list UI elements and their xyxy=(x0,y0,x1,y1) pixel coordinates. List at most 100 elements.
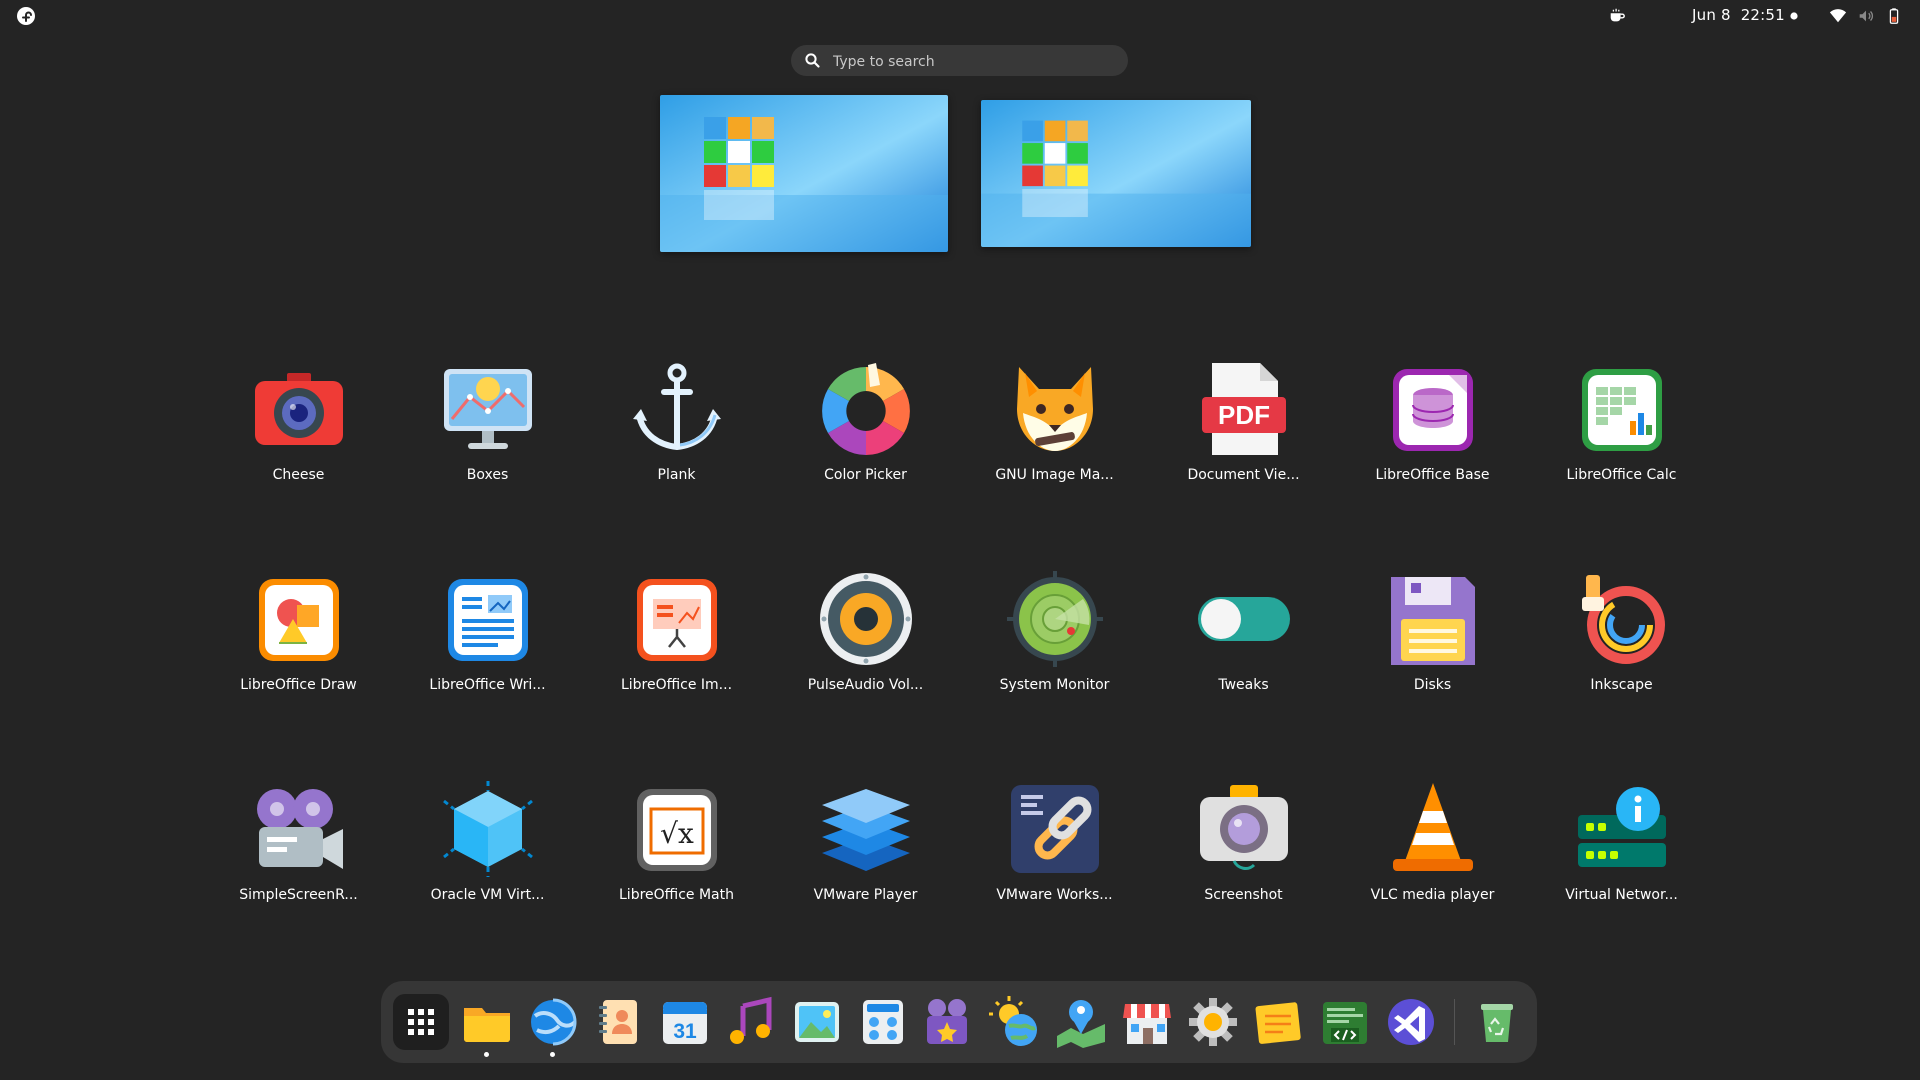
app-libreoffice-impress[interactable]: LibreOffice Im... xyxy=(582,555,771,765)
draw-icon xyxy=(249,569,349,669)
film-camera-icon xyxy=(249,779,349,879)
notification-dot-icon[interactable] xyxy=(1784,6,1804,26)
search-bar[interactable] xyxy=(791,45,1128,78)
color-wheel-icon xyxy=(816,359,916,459)
app-oracle-vm-virtualbox[interactable]: Oracle VM Virt... xyxy=(393,765,582,975)
writer-icon xyxy=(438,569,538,669)
app-label: Inkscape xyxy=(1590,677,1653,693)
app-vlc-media-player[interactable]: VLC media player xyxy=(1338,765,1527,975)
traffic-cone-icon xyxy=(1383,779,1483,879)
workspace-thumbnail-1[interactable] xyxy=(660,95,948,252)
dock-files[interactable] xyxy=(459,994,515,1050)
dock-music[interactable] xyxy=(723,994,779,1050)
running-indicator xyxy=(484,1052,489,1057)
fedora-logo-icon[interactable] xyxy=(16,6,36,26)
app-plank[interactable]: Plank xyxy=(582,345,771,555)
app-label: LibreOffice Calc xyxy=(1566,467,1677,483)
app-cheese[interactable]: Cheese xyxy=(204,345,393,555)
video-editor-icon xyxy=(927,999,967,1044)
spreadsheet-icon xyxy=(1572,359,1672,459)
app-libreoffice-writer[interactable]: LibreOffice Wri... xyxy=(393,555,582,765)
radar-icon xyxy=(1005,569,1105,669)
app-virtual-network-editor[interactable]: Virtual Networ... xyxy=(1527,765,1716,975)
app-label: Virtual Networ... xyxy=(1565,887,1678,903)
app-grid-icon xyxy=(408,1009,434,1035)
app-inkscape[interactable]: Inkscape xyxy=(1527,555,1716,765)
dock-software[interactable] xyxy=(1119,994,1175,1050)
app-label: SimpleScreenR... xyxy=(239,887,358,903)
svg-text:PDF: PDF xyxy=(1218,400,1270,430)
dock-video-editor[interactable] xyxy=(921,994,977,1050)
app-label: GNU Image Ma... xyxy=(995,467,1114,483)
trash-icon xyxy=(1481,1004,1513,1042)
coffee-icon[interactable] xyxy=(1607,6,1627,26)
music-icon xyxy=(730,996,772,1044)
app-label: Disks xyxy=(1413,677,1452,693)
clock-time: 22:51 xyxy=(1740,6,1785,24)
chain-link-icon xyxy=(1005,779,1105,879)
app-label: LibreOffice Wri... xyxy=(429,677,546,693)
notes-icon xyxy=(1255,1002,1301,1044)
camera-icon xyxy=(249,359,349,459)
math-icon: √x xyxy=(627,779,727,879)
app-boxes[interactable]: Boxes xyxy=(393,345,582,555)
app-libreoffice-base[interactable]: LibreOffice Base xyxy=(1338,345,1527,555)
app-label: LibreOffice Base xyxy=(1375,467,1490,483)
dock-web-browser[interactable] xyxy=(525,994,581,1050)
image-viewer-icon xyxy=(795,1002,839,1042)
dock-settings[interactable] xyxy=(1185,994,1241,1050)
app-screenshot[interactable]: Screenshot xyxy=(1149,765,1338,975)
dock-separator xyxy=(1454,999,1455,1045)
speaker-icon xyxy=(816,569,916,669)
app-libreoffice-calc[interactable]: LibreOffice Calc xyxy=(1527,345,1716,555)
app-document-viewer[interactable]: PDF Document Vie... xyxy=(1149,345,1338,555)
settings-gear-icon xyxy=(1189,998,1237,1046)
toggle-icon xyxy=(1194,569,1294,669)
inkscape-icon xyxy=(1572,569,1672,669)
app-label: Boxes xyxy=(466,467,509,483)
app-simplescreenrecorder[interactable]: SimpleScreenR... xyxy=(204,765,393,975)
app-gimp[interactable]: GNU Image Ma... xyxy=(960,345,1149,555)
impress-icon xyxy=(627,569,727,669)
dock-calculator[interactable] xyxy=(855,994,911,1050)
app-vmware-workstation[interactable]: VMware Works... xyxy=(960,765,1149,975)
database-icon xyxy=(1383,359,1483,459)
workspace-thumbnail-2[interactable] xyxy=(981,100,1251,247)
app-label: LibreOffice Draw xyxy=(240,677,357,693)
dock-image-viewer[interactable] xyxy=(789,994,845,1050)
dock-maps[interactable] xyxy=(1053,994,1109,1050)
software-store-icon xyxy=(1123,1004,1171,1044)
code-editor-icon xyxy=(1323,1002,1367,1044)
battery-icon[interactable] xyxy=(1884,6,1904,26)
search-input[interactable] xyxy=(831,45,1115,78)
volume-icon[interactable] xyxy=(1856,6,1876,26)
weather-icon xyxy=(989,996,1037,1046)
contacts-icon xyxy=(599,1000,637,1044)
clock-date: Jun 8 xyxy=(1692,6,1731,24)
dock-calendar[interactable]: 31 xyxy=(657,994,713,1050)
dock-code-editor[interactable] xyxy=(1317,994,1373,1050)
dock-trash[interactable] xyxy=(1469,994,1525,1050)
running-indicator xyxy=(550,1052,555,1057)
dock-visual-studio[interactable] xyxy=(1383,994,1439,1050)
app-system-monitor[interactable]: System Monitor xyxy=(960,555,1149,765)
dock-notes[interactable] xyxy=(1251,994,1307,1050)
app-color-picker[interactable]: Color Picker xyxy=(771,345,960,555)
wifi-icon[interactable] xyxy=(1828,6,1848,26)
visual-studio-icon xyxy=(1388,999,1434,1045)
app-libreoffice-draw[interactable]: LibreOffice Draw xyxy=(204,555,393,765)
app-tweaks[interactable]: Tweaks xyxy=(1149,555,1338,765)
dock-contacts[interactable] xyxy=(591,994,647,1050)
network-info-icon xyxy=(1572,779,1672,879)
app-pulseaudio-volume[interactable]: PulseAudio Vol... xyxy=(771,555,960,765)
app-label: System Monitor xyxy=(999,677,1110,693)
clock[interactable]: Jun 8 22:51 xyxy=(1692,6,1785,24)
app-libreoffice-math[interactable]: √x LibreOffice Math xyxy=(582,765,771,975)
app-label: LibreOffice Im... xyxy=(620,677,733,693)
show-apps-button[interactable] xyxy=(393,994,449,1050)
pdf-icon: PDF xyxy=(1194,359,1294,459)
layers-icon xyxy=(816,779,916,879)
app-vmware-player[interactable]: VMware Player xyxy=(771,765,960,975)
dock-weather[interactable] xyxy=(987,994,1043,1050)
app-disks[interactable]: Disks xyxy=(1338,555,1527,765)
